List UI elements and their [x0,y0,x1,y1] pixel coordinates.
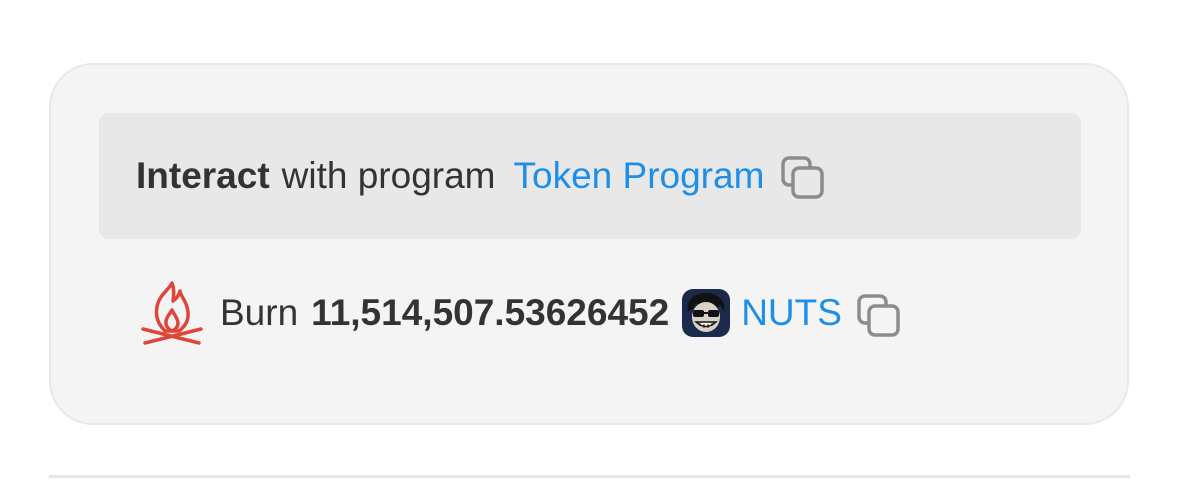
instruction-action-label: Burn [220,292,299,333]
fire-icon [135,277,209,349]
page: Interact with program Token Program Burn… [0,0,1179,494]
token-link[interactable]: NUTS [741,292,842,334]
copy-token-address-icon[interactable] [856,293,902,339]
program-link[interactable]: Token Program [514,155,765,197]
section-divider [49,475,1130,478]
copy-program-address-icon[interactable] [780,155,826,201]
burn-amount: 11,514,507.53626452 [311,292,670,333]
with-program-label: with program [281,155,496,196]
instruction-card: Interact with program Token Program Burn… [49,63,1129,425]
burn-instruction-row: Burn 11,514,507.53626452 NUTS [135,277,902,349]
program-interaction-header: Interact with program Token Program [99,113,1081,239]
token-avatar [682,289,731,337]
interact-label: Interact [136,155,270,196]
